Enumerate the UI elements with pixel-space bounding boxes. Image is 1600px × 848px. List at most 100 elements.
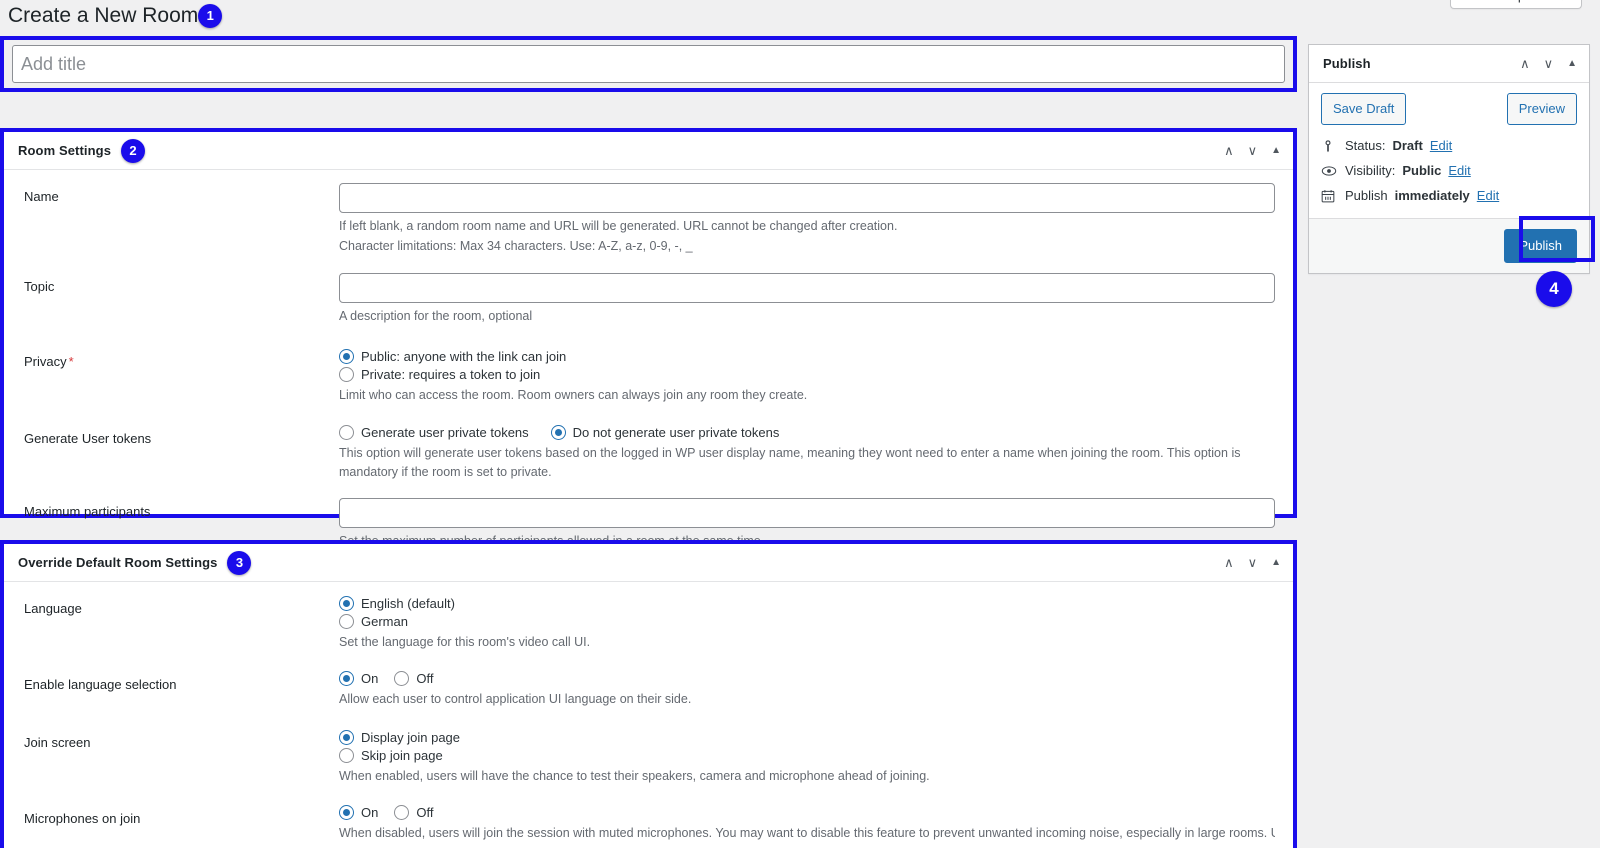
page-title-text: Create a New Room bbox=[8, 4, 199, 27]
room-settings-header[interactable]: Room Settings 2 ∧ ∨ ▲ bbox=[4, 132, 1293, 170]
hint-enable-language-selection: Allow each user to control application U… bbox=[339, 692, 692, 707]
radio-generate-tokens-no[interactable]: Do not generate user private tokens bbox=[550, 424, 780, 440]
field-row-microphones-on-join: Microphones on join On Off When disabled… bbox=[14, 788, 1283, 845]
override-settings-header[interactable]: Override Default Room Settings 3 ∧ ∨ ▲ bbox=[4, 544, 1293, 582]
radio-label: On bbox=[361, 805, 379, 821]
move-up-icon[interactable]: ∧ bbox=[1224, 144, 1234, 157]
status-value: Draft bbox=[1392, 138, 1423, 154]
preview-button[interactable]: Preview bbox=[1506, 93, 1577, 126]
status-prefix: Status: bbox=[1345, 138, 1386, 154]
hint-generate-user-tokens: This option will generate user tokens ba… bbox=[339, 445, 1241, 479]
radio-label: Off bbox=[416, 805, 434, 821]
radio-icon[interactable] bbox=[550, 424, 566, 440]
field-row-topic: Topic A description for the room, option… bbox=[14, 259, 1283, 328]
publish-panel-title: Publish bbox=[1323, 56, 1371, 71]
callout-badge-4: 4 bbox=[1536, 271, 1572, 307]
publish-meta-list: Status: Draft Edit Visibility: Public Ed… bbox=[1309, 133, 1589, 218]
room-topic-input[interactable] bbox=[339, 272, 1275, 303]
schedule-edit-link[interactable]: Edit bbox=[1477, 188, 1499, 203]
hint-microphones-on-join: When disabled, users will join the sessi… bbox=[339, 826, 1275, 841]
move-up-icon[interactable]: ∧ bbox=[1224, 556, 1234, 569]
schedule-value: immediately bbox=[1394, 188, 1470, 204]
label-name: Name bbox=[24, 189, 59, 204]
callout-badge-2: 2 bbox=[121, 138, 146, 163]
move-up-icon[interactable]: ∧ bbox=[1520, 57, 1530, 70]
radio-microphones-on[interactable]: On bbox=[339, 805, 379, 821]
room-settings-controls: ∧ ∨ ▲ bbox=[1224, 144, 1281, 157]
label-language: Language bbox=[24, 601, 82, 616]
room-name-input[interactable] bbox=[339, 183, 1275, 213]
field-row-name: Name If left blank, a random room name a… bbox=[14, 176, 1283, 259]
radio-enable-language-off[interactable]: Off bbox=[394, 671, 434, 687]
override-default-room-settings-panel: Override Default Room Settings 3 ∧ ∨ ▲ L… bbox=[0, 540, 1297, 848]
radio-icon[interactable] bbox=[339, 729, 354, 745]
publish-button[interactable]: Publish bbox=[1504, 229, 1577, 264]
visibility-value: Public bbox=[1402, 163, 1442, 179]
radio-label: Do not generate user private tokens bbox=[572, 424, 780, 440]
label-privacy-text: Privacy bbox=[24, 354, 67, 370]
override-settings-title: Override Default Room Settings bbox=[18, 555, 218, 570]
post-title-input[interactable] bbox=[12, 45, 1285, 83]
visibility-row: Visibility: Public Edit bbox=[1321, 158, 1577, 183]
radio-join-screen-skip[interactable]: Skip join page bbox=[339, 747, 1275, 763]
move-down-icon[interactable]: ∨ bbox=[1248, 144, 1258, 157]
radio-icon[interactable] bbox=[339, 424, 354, 440]
radio-privacy-public[interactable]: Public: anyone with the link can join bbox=[339, 349, 1275, 365]
radio-label: Private: requires a token to join bbox=[361, 367, 541, 383]
radio-icon[interactable] bbox=[339, 747, 354, 763]
move-down-icon[interactable]: ∨ bbox=[1544, 57, 1554, 70]
hint-privacy: Limit who can access the room. Room owne… bbox=[339, 388, 808, 403]
radio-language-english[interactable]: English (default) bbox=[339, 596, 1275, 611]
radio-icon[interactable] bbox=[394, 805, 410, 821]
radio-icon[interactable] bbox=[394, 671, 410, 687]
radio-icon[interactable] bbox=[339, 614, 354, 629]
radio-icon[interactable] bbox=[339, 349, 354, 365]
status-edit-link[interactable]: Edit bbox=[1430, 138, 1452, 153]
field-row-join-screen: Join screen Display join page Skip join … bbox=[14, 712, 1283, 788]
screen-options-button[interactable]: Screen Options ▼ bbox=[1449, 0, 1582, 9]
radio-label: Skip join page bbox=[361, 747, 443, 763]
hint-join-screen: When enabled, users will have the chance… bbox=[339, 768, 930, 783]
visibility-edit-link[interactable]: Edit bbox=[1448, 163, 1470, 178]
move-down-icon[interactable]: ∨ bbox=[1248, 556, 1258, 569]
collapse-toggle-icon[interactable]: ▲ bbox=[1271, 557, 1281, 568]
hint-topic: A description for the room, optional bbox=[339, 308, 533, 323]
radio-generate-tokens-yes[interactable]: Generate user private tokens bbox=[339, 424, 529, 440]
override-settings-body: Language English (default) German Set th… bbox=[4, 582, 1293, 848]
publish-panel: Publish ∧ ∨ ▲ Save Draft Preview Status:… bbox=[1308, 44, 1590, 275]
radio-icon[interactable] bbox=[339, 367, 354, 383]
label-microphones-on-join: Microphones on join bbox=[24, 811, 141, 827]
collapse-toggle-icon[interactable]: ▲ bbox=[1271, 145, 1281, 156]
radio-label: English (default) bbox=[361, 596, 455, 611]
schedule-prefix: Publish bbox=[1345, 188, 1388, 204]
radio-label: On bbox=[361, 671, 379, 687]
calendar-icon bbox=[1321, 189, 1338, 203]
publish-panel-controls: ∧ ∨ ▲ bbox=[1520, 57, 1577, 70]
radio-icon[interactable] bbox=[339, 596, 354, 611]
collapse-toggle-icon[interactable]: ▲ bbox=[1567, 58, 1577, 69]
publish-panel-header[interactable]: Publish ∧ ∨ ▲ bbox=[1309, 45, 1589, 83]
label-generate-user-tokens: Generate User tokens bbox=[24, 430, 152, 446]
radio-join-screen-display[interactable]: Display join page bbox=[339, 729, 1275, 745]
radio-privacy-private[interactable]: Private: requires a token to join bbox=[339, 367, 1275, 383]
publish-footer: Publish bbox=[1309, 218, 1589, 274]
radio-icon[interactable] bbox=[339, 671, 354, 687]
radio-language-german[interactable]: German bbox=[339, 614, 1275, 629]
radio-enable-language-on[interactable]: On bbox=[339, 671, 379, 687]
radio-icon[interactable] bbox=[339, 805, 354, 821]
label-topic: Topic bbox=[24, 278, 55, 294]
radio-group-generate-user-tokens: Generate user private tokens Do not gene… bbox=[339, 424, 1275, 440]
callout-badge-1: 1 bbox=[198, 4, 223, 29]
hint-language: Set the language for this room's video c… bbox=[339, 635, 591, 649]
radio-microphones-off[interactable]: Off bbox=[394, 805, 434, 821]
eye-icon bbox=[1321, 164, 1338, 178]
field-row-privacy: Privacy * Public: anyone with the link ca… bbox=[14, 328, 1283, 407]
save-draft-button[interactable]: Save Draft bbox=[1321, 93, 1407, 126]
field-row-enable-language-selection: Enable language selection On Off Allow e… bbox=[14, 654, 1283, 711]
radio-label: Public: anyone with the link can join bbox=[361, 349, 567, 365]
radio-label: Off bbox=[416, 671, 434, 687]
override-settings-controls: ∧ ∨ ▲ bbox=[1224, 556, 1281, 569]
room-settings-panel: Room Settings 2 ∧ ∨ ▲ Name If left blank… bbox=[0, 128, 1297, 548]
maximum-participants-input[interactable] bbox=[339, 498, 1275, 529]
schedule-row: Publish immediately Edit bbox=[1321, 183, 1577, 208]
